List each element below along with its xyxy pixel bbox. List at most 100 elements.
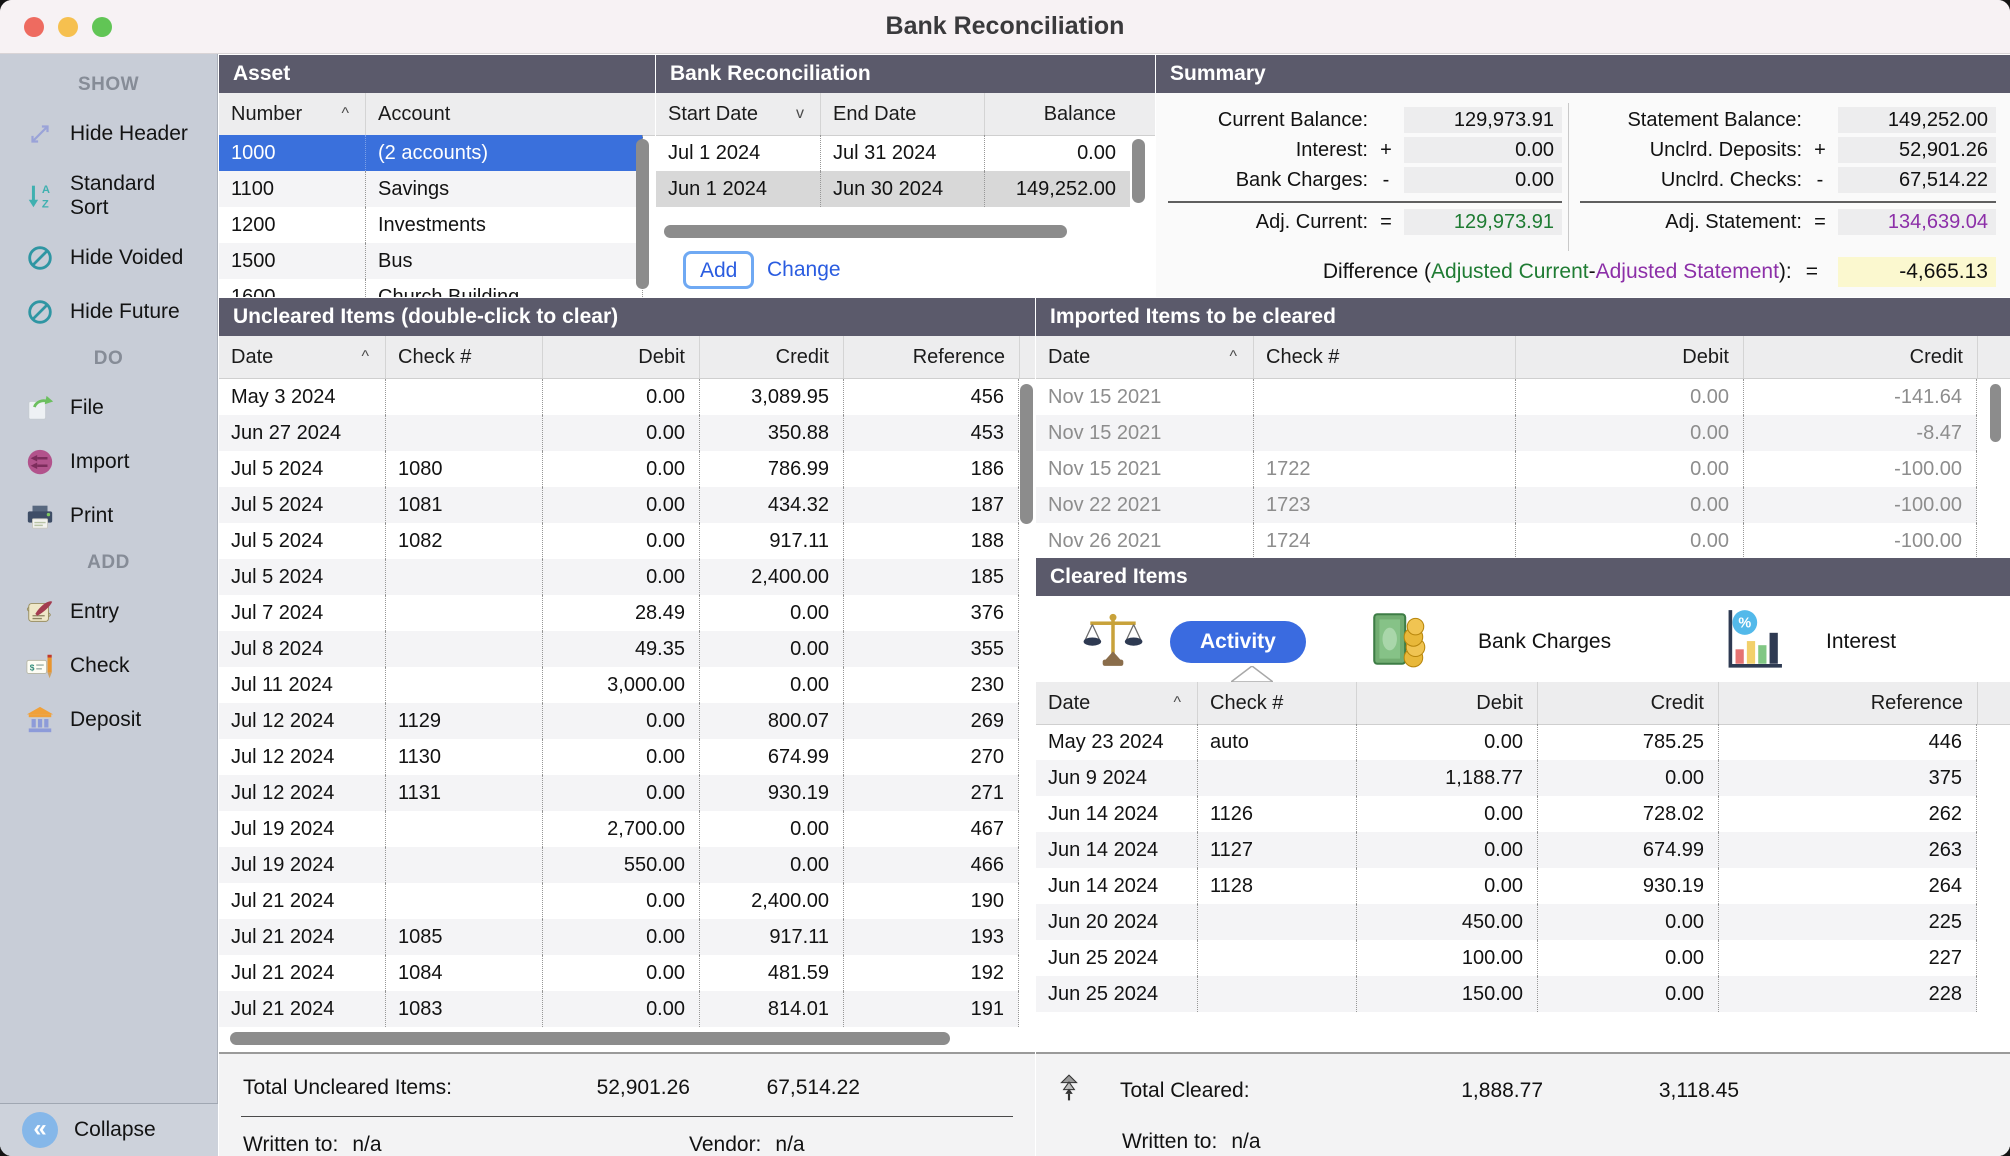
vertical-scrollbar[interactable]: [1020, 384, 1033, 524]
table-row[interactable]: Jul 5 202410810.00434.32187: [219, 487, 1019, 523]
column-header-debit[interactable]: Debit: [1356, 682, 1537, 724]
table-cell: 0.00: [699, 631, 843, 667]
table-cell: 2,400.00: [699, 559, 843, 595]
sidebar-item-file[interactable]: File: [0, 392, 217, 424]
zoom-window-button[interactable]: [92, 17, 112, 37]
uncleared-totals-strip: Total Uncleared Items: 52,901.26 67,514.…: [219, 1052, 1035, 1156]
vertical-scrollbar[interactable]: [636, 139, 649, 289]
minimize-window-button[interactable]: [58, 17, 78, 37]
table-row[interactable]: Jul 21 20240.002,400.00190: [219, 883, 1019, 919]
sidebar-item-standard-sort[interactable]: AZ Standard Sort: [0, 172, 217, 220]
sidebar-item-hide-voided[interactable]: Hide Voided: [0, 242, 217, 274]
table-row[interactable]: Jul 5 20240.002,400.00185: [219, 559, 1019, 595]
table-cell: 0.00: [1404, 167, 1562, 193]
column-header-check[interactable]: Check #: [1197, 682, 1356, 724]
sidebar-item-deposit[interactable]: Deposit: [0, 704, 217, 736]
sidebar-item-print[interactable]: Print: [0, 500, 217, 532]
adj-current-value: 129,973.91: [1404, 209, 1562, 235]
tab-bank-charges[interactable]: Bank Charges: [1366, 606, 1611, 677]
table-row[interactable]: Jun 9 20241,188.770.00375: [1036, 760, 1977, 796]
column-header-credit[interactable]: Credit: [1743, 336, 1977, 378]
table-row[interactable]: Jul 5 202410820.00917.11188: [219, 523, 1019, 559]
column-header-check[interactable]: Check #: [385, 336, 542, 378]
table-row[interactable]: Jul 21 202410830.00814.01191: [219, 991, 1019, 1027]
table-row[interactable]: Jul 19 2024550.000.00466: [219, 847, 1019, 883]
table-row[interactable]: May 23 2024auto0.00785.25446: [1036, 724, 1977, 760]
tab-interest[interactable]: % Interest: [1718, 606, 1896, 677]
sidebar-item-import[interactable]: Import: [0, 446, 217, 478]
table-row[interactable]: Jul 7 202428.490.00376: [219, 595, 1019, 631]
table-row[interactable]: Jul 12 202411290.00800.07269: [219, 703, 1019, 739]
table-row[interactable]: Nov 15 20210.00-8.47: [1036, 415, 1977, 451]
sidebar-item-entry[interactable]: Entry: [0, 596, 217, 628]
table-row[interactable]: Jul 8 202449.350.00355: [219, 631, 1019, 667]
table-row[interactable]: Jun 1 2024Jun 30 2024149,252.00: [656, 171, 1130, 207]
table-cell: [1368, 105, 1404, 135]
vertical-scrollbar[interactable]: [1990, 384, 2001, 442]
table-row[interactable]: Jun 25 2024150.000.00228: [1036, 976, 1977, 1012]
column-header-reference[interactable]: Reference: [843, 336, 1019, 378]
table-row[interactable]: May 3 20240.003,089.95456: [219, 379, 1019, 415]
table-cell: 0.00: [1356, 724, 1537, 760]
table-row[interactable]: 1200Investments: [219, 207, 643, 243]
table-row[interactable]: Nov 22 202117230.00-100.00: [1036, 487, 1977, 523]
column-header-date[interactable]: Date^: [219, 336, 385, 378]
column-header-credit[interactable]: Credit: [1537, 682, 1718, 724]
table-cell: Nov 15 2021: [1036, 415, 1253, 451]
table-row[interactable]: Jun 25 2024100.000.00227: [1036, 940, 1977, 976]
column-header-check[interactable]: Check #: [1253, 336, 1515, 378]
table-row[interactable]: Jul 11 20243,000.000.00230: [219, 667, 1019, 703]
table-row[interactable]: Nov 26 202117240.00-100.00: [1036, 523, 1977, 558]
column-header-end-date[interactable]: End Date: [820, 93, 984, 135]
column-header-number[interactable]: Number^: [219, 93, 365, 135]
table-row[interactable]: Jun 14 202411280.00930.19264: [1036, 868, 1977, 904]
table-cell: 1084: [385, 955, 542, 991]
table-row[interactable]: Jul 19 20242,700.000.00467: [219, 811, 1019, 847]
add-button[interactable]: Add: [683, 251, 754, 289]
horizontal-scrollbar[interactable]: [230, 1032, 950, 1045]
horizontal-scrollbar[interactable]: [664, 225, 1067, 238]
table-row[interactable]: 1600Church Building: [219, 279, 643, 297]
table-row[interactable]: 1100Savings: [219, 171, 643, 207]
close-window-button[interactable]: [24, 17, 44, 37]
column-header-filler: [1977, 336, 2010, 378]
table-row[interactable]: Jul 21 202410840.00481.59192: [219, 955, 1019, 991]
table-row[interactable]: Jul 21 202410850.00917.11193: [219, 919, 1019, 955]
table-row[interactable]: Jul 1 2024Jul 31 20240.00: [656, 135, 1130, 171]
column-header-date[interactable]: Date^: [1036, 682, 1197, 724]
table-cell: Jun 25 2024: [1036, 940, 1197, 976]
column-header-debit[interactable]: Debit: [1515, 336, 1743, 378]
table-cell: Jul 5 2024: [219, 523, 385, 559]
table-row[interactable]: Jun 14 202411270.00674.99263: [1036, 832, 1977, 868]
sidebar-item-hide-future[interactable]: Hide Future: [0, 296, 217, 328]
vertical-scrollbar[interactable]: [1132, 139, 1145, 203]
written-to-field: Written to:n/a: [1036, 1130, 2010, 1154]
column-header-debit[interactable]: Debit: [542, 336, 699, 378]
table-row[interactable]: Jun 27 20240.00350.88453: [219, 415, 1019, 451]
table-row[interactable]: Jun 14 202411260.00728.02262: [1036, 796, 1977, 832]
app-window: Bank Reconciliation SHOW Hide Header AZ …: [0, 0, 2010, 1156]
column-header-reference[interactable]: Reference: [1718, 682, 1977, 724]
table-row[interactable]: Jun 20 2024450.000.00225: [1036, 904, 1977, 940]
summary-divider-line: [1168, 201, 1562, 203]
sidebar-item-hide-header[interactable]: Hide Header: [0, 118, 217, 150]
table-row[interactable]: 1000(2 accounts): [219, 135, 643, 171]
change-button[interactable]: Change: [767, 251, 841, 289]
table-row[interactable]: Nov 15 202117220.00-100.00: [1036, 451, 1977, 487]
column-header-credit[interactable]: Credit: [699, 336, 843, 378]
table-cell: 190: [843, 883, 1019, 919]
table-row[interactable]: Jul 12 202411300.00674.99270: [219, 739, 1019, 775]
table-cell: Jul 1 2024: [656, 135, 820, 171]
sidebar-item-check[interactable]: $ Check: [0, 650, 217, 682]
table-row[interactable]: Jul 5 202410800.00786.99186: [219, 451, 1019, 487]
table-row[interactable]: Jul 12 202411310.00930.19271: [219, 775, 1019, 811]
collapse-bar[interactable]: « Collapse: [0, 1103, 218, 1156]
table-row[interactable]: 1500Bus: [219, 243, 643, 279]
column-header-account[interactable]: Account: [365, 93, 655, 135]
recon-panel-title: Bank Reconciliation: [656, 55, 1155, 93]
column-header-balance[interactable]: Balance: [984, 93, 1130, 135]
column-header-date[interactable]: Date^: [1036, 336, 1253, 378]
table-row[interactable]: Nov 15 20210.00-141.64: [1036, 379, 1977, 415]
column-header-start-date[interactable]: Start Datev: [656, 93, 820, 135]
table-cell: 785.25: [1537, 724, 1718, 760]
